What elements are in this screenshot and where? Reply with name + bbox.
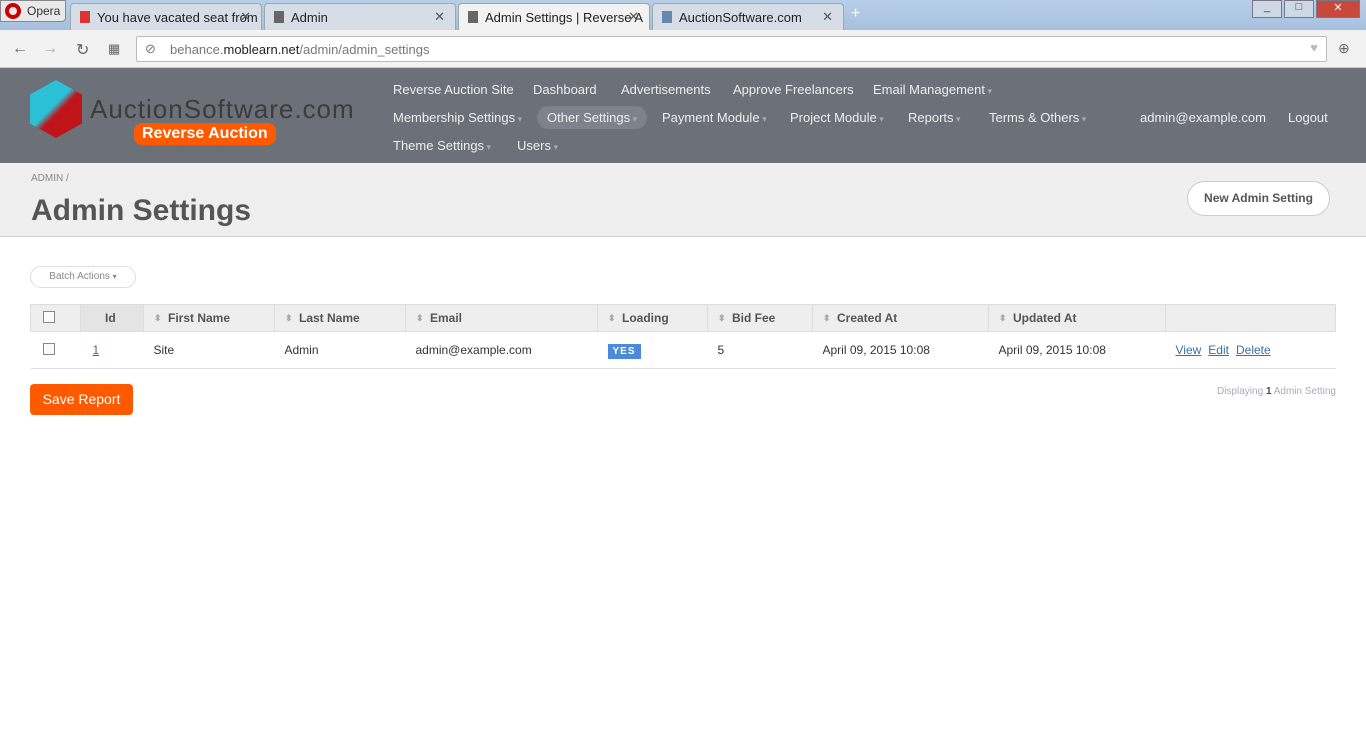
row-select-cell bbox=[30, 331, 81, 369]
tab-admin-settings[interactable]: Admin Settings | Reverse A ✕ bbox=[458, 3, 650, 30]
created-at-cell: April 09, 2015 10:08 bbox=[812, 331, 989, 369]
table-header-row: Id First Name Last Name Email Loading Bi… bbox=[30, 304, 1336, 332]
menu-membership-settings[interactable]: Membership Settings bbox=[393, 110, 522, 125]
address-bar-area: ← → ↻ ▦ ⊘ behance.moblearn.net/admin/admi… bbox=[0, 30, 1366, 68]
page-icon bbox=[468, 11, 478, 23]
opera-menu-button[interactable]: Opera bbox=[0, 0, 66, 22]
view-link[interactable]: View bbox=[1176, 343, 1202, 357]
breadcrumb[interactable]: ADMIN / bbox=[31, 173, 69, 184]
logo-icon bbox=[30, 80, 82, 138]
reload-icon[interactable]: ↻ bbox=[76, 40, 89, 60]
save-report-button[interactable]: Save Report bbox=[30, 384, 133, 415]
tab-gmail[interactable]: You have vacated seat from ✕ bbox=[70, 3, 262, 30]
menu-terms-others[interactable]: Terms & Others bbox=[989, 110, 1086, 125]
new-admin-setting-button[interactable]: New Admin Setting bbox=[1187, 181, 1330, 216]
page-icon bbox=[274, 11, 284, 23]
logo-text[interactable]: AuctionSoftware.com bbox=[90, 94, 355, 125]
new-tab-icon[interactable]: + bbox=[851, 5, 860, 23]
download-icon[interactable]: ⊕ bbox=[1338, 40, 1350, 57]
table-row: 1 Site Admin admin@example.com YES 5 Apr… bbox=[30, 331, 1336, 369]
delete-link[interactable]: Delete bbox=[1236, 343, 1271, 357]
column-bid-fee[interactable]: Bid Fee bbox=[707, 304, 813, 332]
edit-link[interactable]: Edit bbox=[1208, 343, 1229, 357]
close-tab-icon[interactable]: ✕ bbox=[822, 9, 833, 25]
caret-down-icon: ▾ bbox=[112, 272, 117, 281]
menu-advertisements[interactable]: Advertisements bbox=[621, 82, 711, 97]
bid-fee-cell: 5 bbox=[707, 331, 813, 369]
admin-settings-table: Id First Name Last Name Email Loading Bi… bbox=[30, 304, 1336, 369]
heart-icon[interactable]: ♥ bbox=[1310, 40, 1318, 55]
gmail-icon bbox=[80, 11, 90, 23]
url-input[interactable]: ⊘ behance.moblearn.net/admin/admin_settin… bbox=[136, 36, 1327, 62]
loading-badge: YES bbox=[607, 344, 641, 359]
column-loading[interactable]: Loading bbox=[597, 304, 708, 332]
column-first-name[interactable]: First Name bbox=[143, 304, 275, 332]
site-icon bbox=[662, 11, 672, 23]
site-info-icon[interactable]: ⊘ bbox=[145, 41, 156, 57]
menu-reports[interactable]: Reports bbox=[908, 110, 961, 125]
column-created-at[interactable]: Created At bbox=[812, 304, 989, 332]
logout-link[interactable]: Logout bbox=[1288, 110, 1328, 125]
menu-user-email[interactable]: admin@example.com bbox=[1140, 110, 1266, 125]
menu-payment-module[interactable]: Payment Module bbox=[662, 110, 767, 125]
opera-icon bbox=[5, 3, 21, 19]
tab-auctionsoftware[interactable]: AuctionSoftware.com ✕ bbox=[652, 3, 844, 30]
last-name-cell: Admin bbox=[274, 331, 406, 369]
close-window-icon[interactable]: ✕ bbox=[1316, 0, 1360, 18]
select-all-checkbox[interactable] bbox=[43, 310, 55, 323]
speed-dial-icon[interactable]: ▦ bbox=[108, 41, 120, 57]
batch-actions-dropdown[interactable]: Batch Actions ▾ bbox=[30, 266, 136, 288]
loading-cell: YES bbox=[597, 331, 708, 369]
column-id[interactable]: Id bbox=[80, 304, 144, 332]
first-name-cell: Site bbox=[143, 331, 275, 369]
menu-other-settings[interactable]: Other Settings bbox=[537, 106, 648, 129]
menu-dashboard[interactable]: Dashboard bbox=[533, 82, 597, 97]
column-email[interactable]: Email bbox=[405, 304, 598, 332]
column-last-name[interactable]: Last Name bbox=[274, 304, 406, 332]
displaying-count: Displaying 1 Admin Setting bbox=[1217, 386, 1336, 397]
menu-project-module[interactable]: Project Module bbox=[790, 110, 884, 125]
menu-email-management[interactable]: Email Management bbox=[873, 82, 992, 97]
logo-badge: Reverse Auction bbox=[134, 123, 276, 145]
page-header: ADMIN / Admin Settings New Admin Setting bbox=[0, 163, 1366, 237]
id-link[interactable]: 1 bbox=[93, 343, 100, 357]
email-cell: admin@example.com bbox=[405, 331, 598, 369]
maximize-icon[interactable]: □ bbox=[1284, 0, 1314, 18]
browser-tab-bar: Opera You have vacated seat from ✕ Admin ✕… bbox=[0, 0, 1366, 30]
close-tab-icon[interactable]: ✕ bbox=[628, 9, 639, 25]
close-tab-icon[interactable]: ✕ bbox=[434, 9, 445, 25]
menu-reverse-auction-site[interactable]: Reverse Auction Site bbox=[393, 82, 514, 97]
minimize-icon[interactable]: _ bbox=[1252, 0, 1282, 18]
menu-users[interactable]: Users bbox=[517, 138, 558, 153]
actions-cell: View Edit Delete bbox=[1165, 331, 1336, 369]
updated-at-cell: April 09, 2015 10:08 bbox=[988, 331, 1166, 369]
column-actions bbox=[1165, 304, 1336, 332]
menu-approve-freelancers[interactable]: Approve Freelancers bbox=[733, 82, 854, 97]
menu-theme-settings[interactable]: Theme Settings bbox=[393, 138, 491, 153]
id-cell: 1 bbox=[80, 331, 144, 369]
site-header: AuctionSoftware.com Reverse Auction Reve… bbox=[0, 68, 1366, 163]
back-icon[interactable]: ← bbox=[12, 40, 28, 58]
column-updated-at[interactable]: Updated At bbox=[988, 304, 1166, 332]
forward-icon[interactable]: → bbox=[42, 40, 58, 58]
page-title: Admin Settings bbox=[31, 194, 252, 227]
row-checkbox[interactable] bbox=[42, 342, 55, 355]
select-all-header bbox=[30, 304, 81, 332]
tab-admin[interactable]: Admin ✕ bbox=[264, 3, 456, 30]
close-tab-icon[interactable]: ✕ bbox=[240, 9, 251, 25]
